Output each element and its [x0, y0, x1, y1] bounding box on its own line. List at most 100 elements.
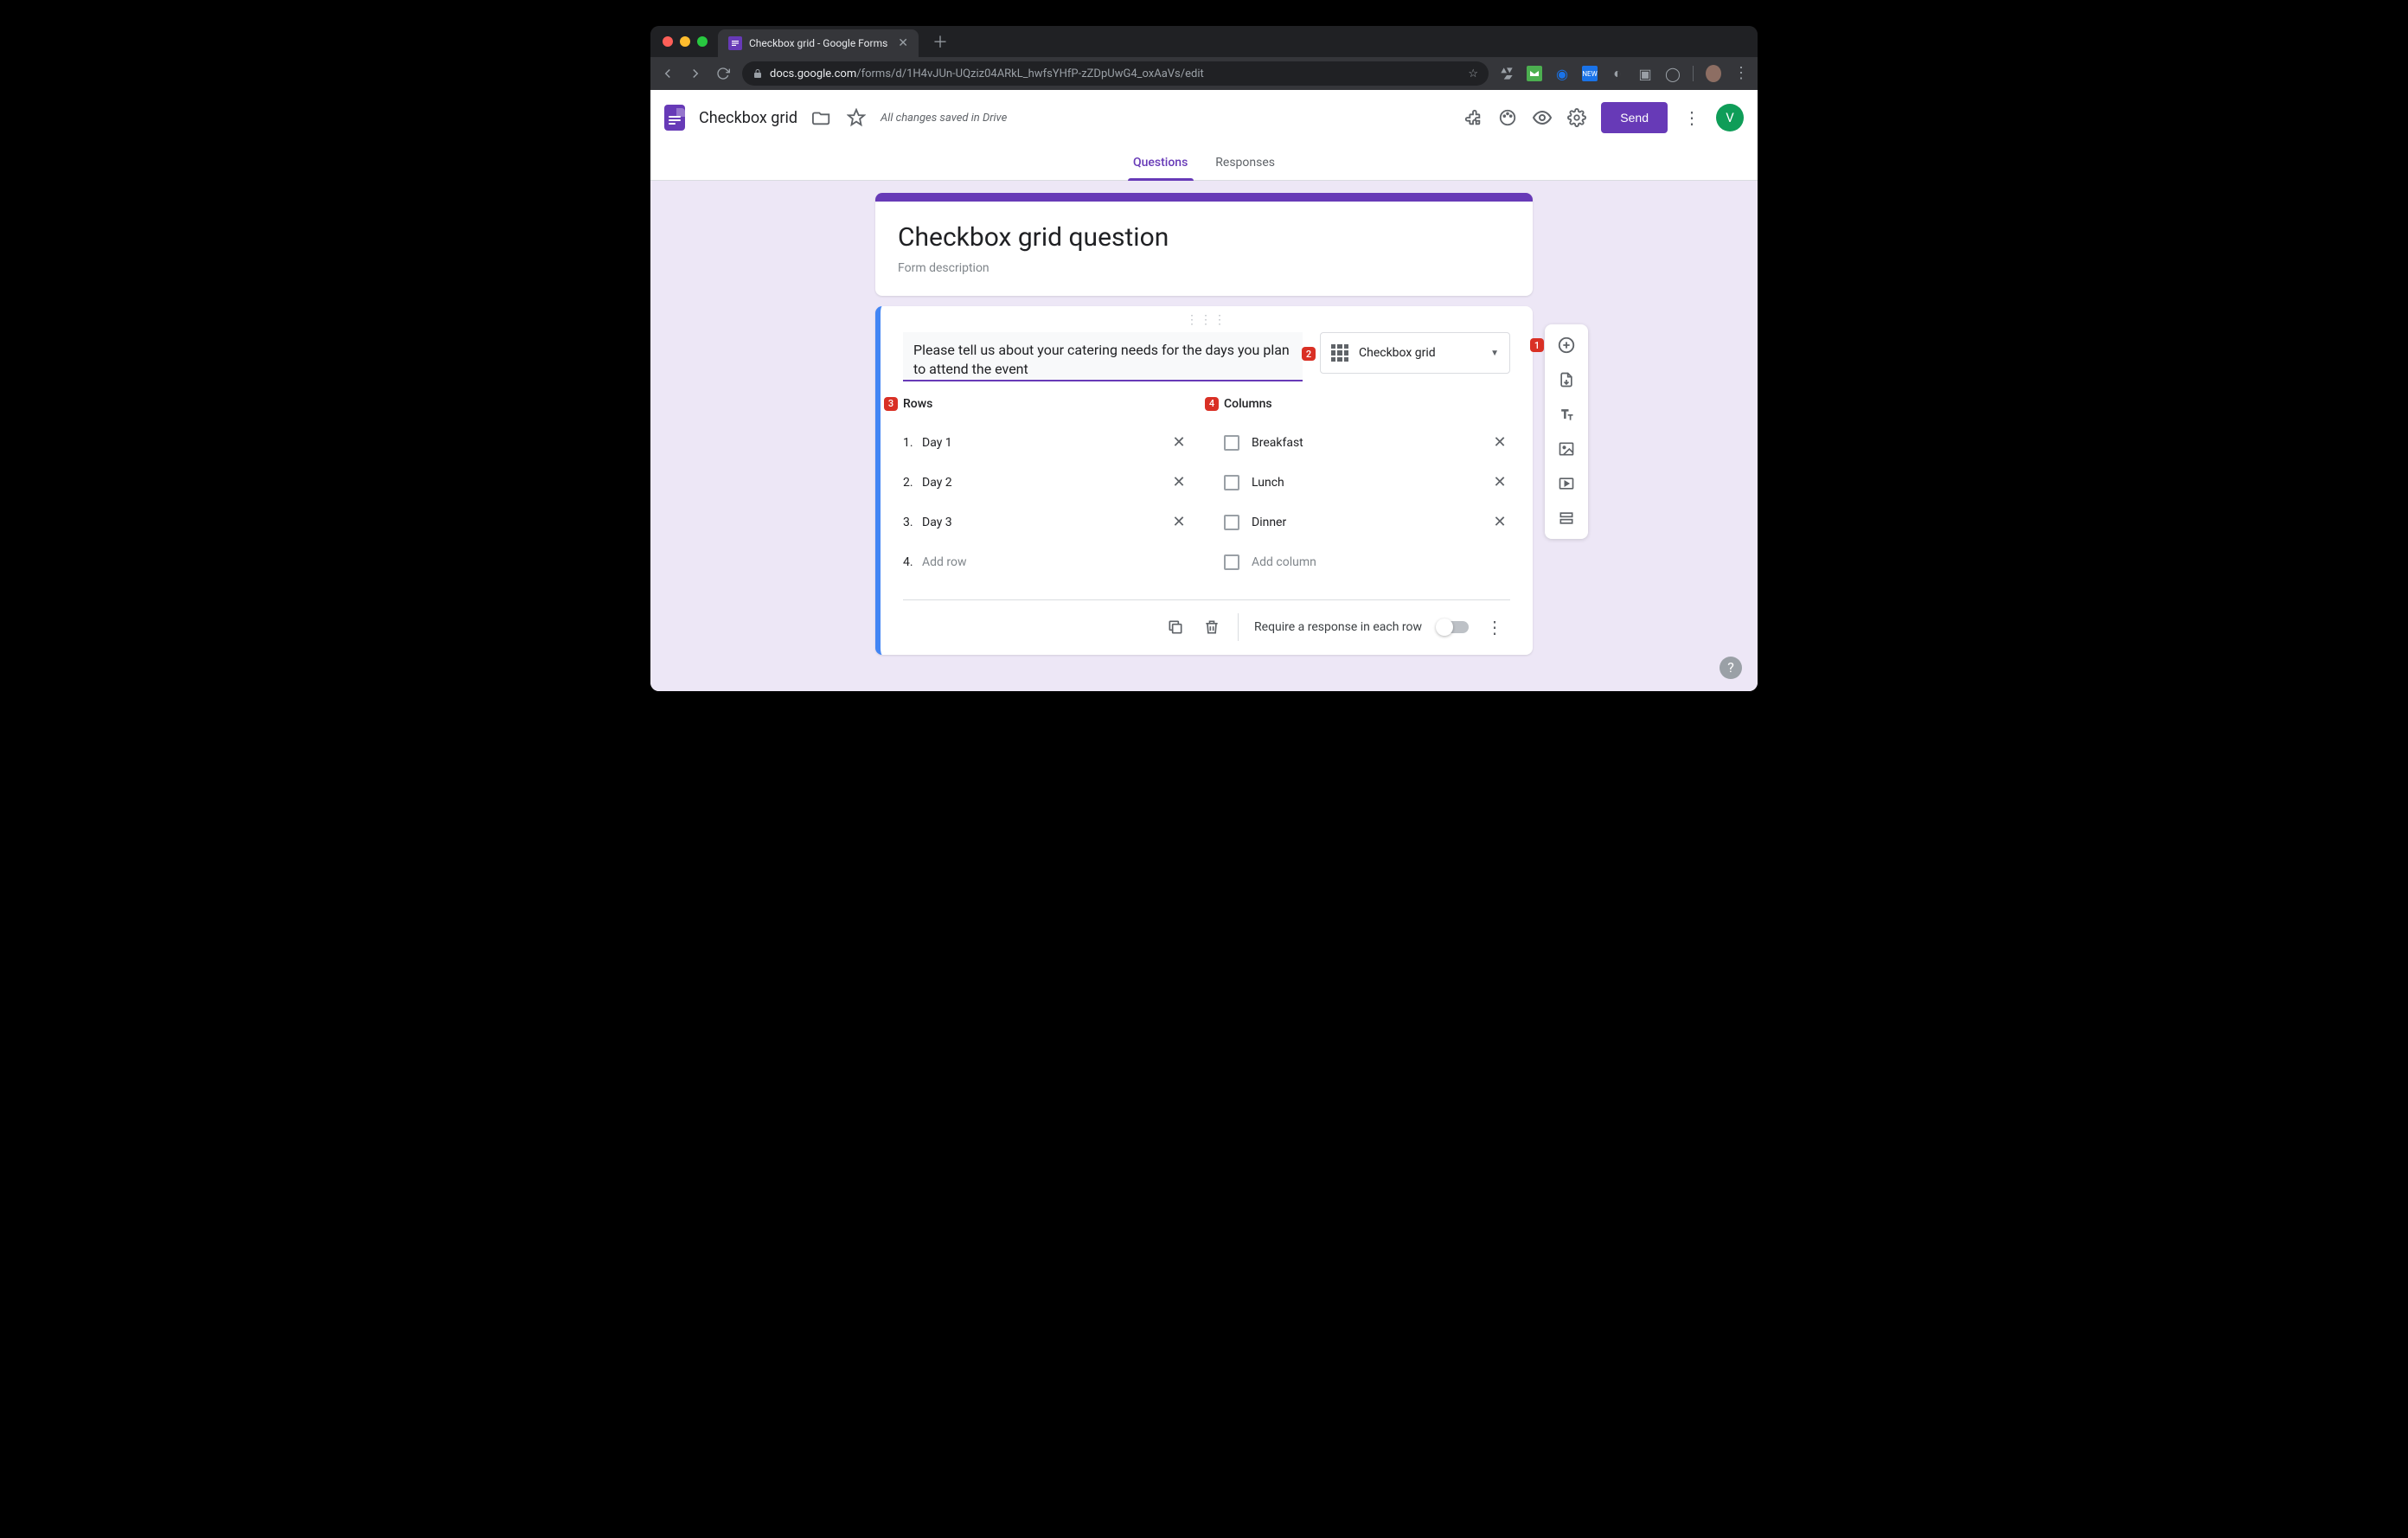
extensions-area: ◉ NEW ◐ ▣ ◯ ⋮	[1499, 66, 1749, 81]
extension-new-icon[interactable]: NEW	[1582, 66, 1598, 81]
back-button[interactable]	[659, 65, 676, 82]
form-description[interactable]: Form description	[898, 261, 1510, 275]
duplicate-icon[interactable]	[1165, 617, 1186, 638]
add-row[interactable]: 4. Add row	[903, 542, 1189, 582]
bookmark-star-icon[interactable]: ☆	[1468, 67, 1478, 80]
palette-icon[interactable]	[1497, 107, 1518, 128]
column-input[interactable]: Breakfast	[1252, 436, 1489, 450]
remove-column-icon[interactable]: ✕	[1489, 513, 1510, 531]
badge-4: 4	[1205, 397, 1219, 411]
toolbar: docs.google.com/forms/d/1H4vJUn-UQziz04A…	[650, 57, 1758, 90]
folder-icon[interactable]	[811, 107, 832, 128]
remove-row-icon[interactable]: ✕	[1169, 433, 1189, 452]
forward-button[interactable]	[687, 65, 704, 82]
row-input[interactable]: Day 3	[922, 516, 1169, 529]
divider	[1238, 613, 1239, 641]
badge-1: 1	[1530, 338, 1544, 352]
form-heading[interactable]: Checkbox grid question	[898, 222, 1510, 253]
profile-avatar-icon[interactable]	[1706, 66, 1721, 81]
extension-icon[interactable]: ◐	[1610, 66, 1625, 81]
app-header: Checkbox grid All changes saved in Drive…	[650, 90, 1758, 145]
drag-handle-icon[interactable]: ⋮⋮⋮	[903, 313, 1510, 327]
require-toggle[interactable]	[1438, 621, 1469, 633]
checkbox-icon	[1224, 554, 1239, 570]
titlebar: Checkbox grid - Google Forms ✕ ＋	[650, 26, 1758, 57]
question-card[interactable]: ⋮⋮⋮ Please tell us about your catering n…	[875, 306, 1533, 655]
preview-icon[interactable]	[1532, 107, 1553, 128]
remove-row-icon[interactable]: ✕	[1169, 473, 1189, 491]
badge-3: 3	[884, 397, 898, 411]
maximize-window-button[interactable]	[697, 36, 708, 47]
checkbox-grid-icon	[1331, 344, 1348, 362]
remove-column-icon[interactable]: ✕	[1489, 473, 1510, 491]
close-window-button[interactable]	[663, 36, 673, 47]
column-input[interactable]: Lunch	[1252, 476, 1489, 490]
question-footer: Require a response in each row ⋮	[903, 599, 1510, 655]
row-number: 1.	[903, 436, 922, 450]
delete-icon[interactable]	[1201, 617, 1222, 638]
browser-tab[interactable]: Checkbox grid - Google Forms ✕	[718, 29, 919, 57]
form-title-card[interactable]: Checkbox grid question Form description	[875, 193, 1533, 296]
send-button[interactable]: Send	[1601, 102, 1668, 133]
add-section-button[interactable]	[1549, 501, 1584, 535]
question-type-label: Checkbox grid	[1359, 346, 1480, 360]
form-canvas: Checkbox grid question Form description …	[650, 181, 1758, 691]
close-tab-icon[interactable]: ✕	[898, 36, 908, 50]
extension-icon[interactable]: ▣	[1637, 66, 1653, 81]
form-tabs: Questions Responses	[650, 145, 1758, 181]
tab-questions[interactable]: Questions	[1119, 145, 1201, 180]
checkbox-icon	[1224, 435, 1239, 451]
extension-mail-icon[interactable]	[1527, 66, 1542, 81]
checkbox-icon	[1224, 475, 1239, 490]
addons-icon[interactable]	[1463, 107, 1483, 128]
rows-section: 3 Rows 1. Day 1 ✕ 2. Day 2 ✕	[903, 397, 1189, 582]
import-questions-button[interactable]	[1549, 362, 1584, 397]
remove-row-icon[interactable]: ✕	[1169, 513, 1189, 531]
rows-label: Rows	[903, 397, 1189, 411]
row-input[interactable]: Day 1	[922, 436, 1169, 450]
row-number: 4.	[903, 555, 922, 569]
reload-button[interactable]	[714, 65, 732, 82]
extension-icon[interactable]: ◉	[1554, 66, 1570, 81]
floating-toolbar: 1	[1545, 324, 1588, 539]
browser-menu-button[interactable]: ⋮	[1733, 66, 1749, 81]
tab-responses[interactable]: Responses	[1201, 145, 1289, 180]
row-item: 1. Day 1 ✕	[903, 423, 1189, 463]
columns-label: Columns	[1224, 397, 1510, 411]
column-input[interactable]: Dinner	[1252, 516, 1489, 529]
add-column[interactable]: Add column	[1224, 542, 1510, 582]
row-input[interactable]: Day 2	[922, 476, 1169, 490]
browser-window: Checkbox grid - Google Forms ✕ ＋ docs.go…	[650, 26, 1758, 691]
column-item: Lunch ✕	[1224, 463, 1510, 503]
star-icon[interactable]	[846, 107, 867, 128]
add-column-placeholder: Add column	[1252, 555, 1510, 569]
question-type-dropdown[interactable]: 2 Checkbox grid ▼	[1320, 332, 1510, 374]
add-image-button[interactable]	[1549, 432, 1584, 466]
badge-2: 2	[1302, 347, 1316, 361]
column-item: Dinner ✕	[1224, 503, 1510, 542]
add-question-button[interactable]: 1	[1549, 328, 1584, 362]
new-tab-button[interactable]: ＋	[932, 30, 948, 53]
address-bar[interactable]: docs.google.com/forms/d/1H4vJUn-UQziz04A…	[742, 61, 1489, 86]
extension-drive-icon[interactable]	[1499, 66, 1515, 81]
row-item: 3. Day 3 ✕	[903, 503, 1189, 542]
checkbox-icon	[1224, 515, 1239, 530]
settings-icon[interactable]	[1566, 107, 1587, 128]
remove-column-icon[interactable]: ✕	[1489, 433, 1510, 452]
column-item: Breakfast ✕	[1224, 423, 1510, 463]
account-avatar[interactable]: V	[1716, 104, 1744, 131]
window-controls	[663, 36, 708, 47]
help-button[interactable]: ?	[1720, 657, 1742, 679]
question-more-icon[interactable]: ⋮	[1484, 617, 1505, 638]
question-text: Please tell us about your catering needs…	[913, 341, 1292, 380]
url-text: docs.google.com/forms/d/1H4vJUn-UQziz04A…	[770, 67, 1204, 80]
form-title[interactable]: Checkbox grid	[699, 109, 797, 127]
forms-logo-icon[interactable]	[664, 105, 685, 131]
minimize-window-button[interactable]	[680, 36, 690, 47]
more-menu-button[interactable]: ⋮	[1681, 107, 1702, 128]
question-text-input[interactable]: Please tell us about your catering needs…	[903, 332, 1303, 381]
add-title-button[interactable]	[1549, 397, 1584, 432]
extension-icon[interactable]: ◯	[1665, 66, 1681, 81]
add-video-button[interactable]	[1549, 466, 1584, 501]
require-label: Require a response in each row	[1254, 620, 1422, 634]
